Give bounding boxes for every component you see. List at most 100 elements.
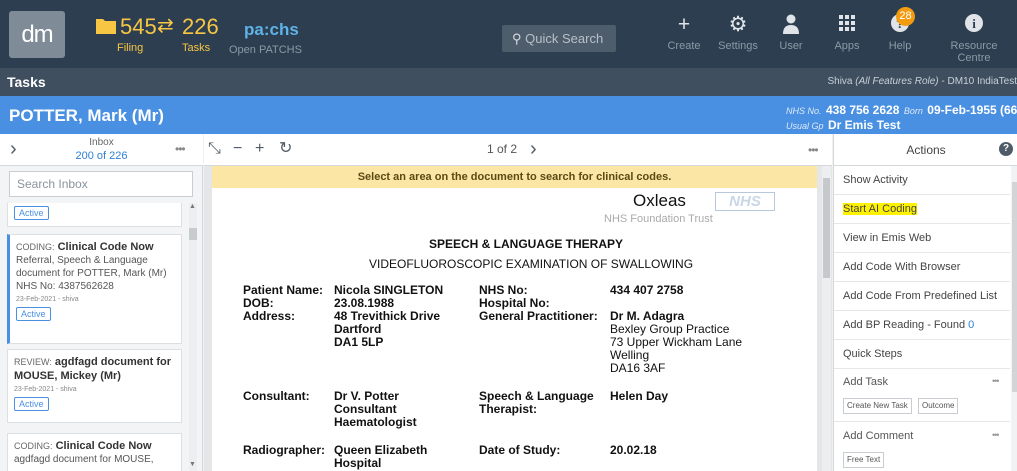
- consultant-line: Dr V. Potter: [334, 389, 399, 403]
- quick-search-input[interactable]: ⚲ Quick Search: [502, 25, 616, 52]
- radiographer-line: Queen Elizabeth: [334, 443, 428, 457]
- create-label: Create: [667, 40, 701, 52]
- rotate-icon[interactable]: ↻: [279, 140, 292, 158]
- grid-icon: [831, 14, 863, 40]
- inbox-header: › Inbox 200 of 226 •••: [0, 134, 203, 166]
- born-value: 09-Feb-1955 (66y): [927, 103, 1017, 117]
- list-item-description: agdfagd document for MOUSE,: [14, 454, 154, 465]
- tasks-header-bar: Tasks Shiva (All Features Role) - DM10 I…: [0, 68, 1017, 96]
- usual-gp-label: Usual Gp: [786, 121, 824, 131]
- view-in-emis-web-action[interactable]: View in Emis Web: [834, 224, 1010, 253]
- add-task-section: Add Task ••• Create New Task Outcome: [834, 369, 1010, 422]
- list-item[interactable]: CODING: Clinical Code Now agdfagd docume…: [7, 433, 182, 471]
- address-line: Dartford: [334, 322, 382, 336]
- show-activity-action[interactable]: Show Activity: [834, 166, 1010, 195]
- add-comment-section: Add Comment ••• Free Text: [834, 423, 1010, 471]
- inbox-list: Active CODING: Clinical Code Now Referra…: [7, 203, 189, 471]
- resource-centre-button[interactable]: i Resource Centre: [934, 14, 1014, 64]
- inbox-scrollbar[interactable]: [189, 203, 197, 471]
- clinical-code-banner: Select an area on the document to search…: [212, 166, 817, 188]
- zoom-in-icon[interactable]: +: [255, 140, 264, 158]
- help-label: Help: [888, 40, 912, 52]
- viewer-toolbar: ⤡ − + ↻ 1 of 2 › •••: [204, 134, 832, 166]
- inbox-panel: › Inbox 200 of 226 ••• Search Inbox Acti…: [0, 134, 203, 471]
- patient-banner: POTTER, Mark (Mr) NHS No. 438 756 2628 B…: [0, 96, 1017, 134]
- zoom-out-icon[interactable]: −: [233, 140, 242, 158]
- status-badge: Active: [16, 307, 51, 321]
- actions-scrollbar-thumb[interactable]: [1012, 182, 1017, 392]
- settings-button[interactable]: ⚙ Settings: [715, 14, 761, 53]
- more-options-icon[interactable]: •••: [175, 142, 186, 156]
- current-user-info[interactable]: Shiva (All Features Role) - DM10 IndiaTe…: [827, 76, 1017, 87]
- document-page[interactable]: Select an area on the document to search…: [212, 166, 817, 471]
- patient-usual-gp: Usual Gp Dr Emis Test: [786, 116, 900, 134]
- tasks-icon: ⇄: [157, 15, 174, 37]
- address-line: DA1 5LP: [334, 335, 384, 349]
- free-text-button[interactable]: Free Text: [843, 452, 885, 468]
- item-title: Clinical Code Now: [57, 241, 154, 253]
- document-heading: SPEECH & LANGUAGE THERAPY: [429, 237, 624, 251]
- list-item-meta: 23-Feb-2021 - shiva: [14, 386, 77, 393]
- slt-label: Speech & Language: [479, 389, 594, 403]
- more-options-icon[interactable]: •••: [992, 376, 1000, 386]
- tasks-count: 226: [182, 14, 219, 39]
- quick-steps-action[interactable]: Quick Steps: [834, 340, 1010, 369]
- quick-search-placeholder: Quick Search: [525, 31, 604, 46]
- user-role: (All Features Role): [855, 76, 939, 87]
- next-page-icon[interactable]: ›: [530, 138, 537, 161]
- user-label: User: [779, 40, 803, 52]
- more-options-icon[interactable]: •••: [992, 430, 1000, 440]
- add-code-with-browser-action[interactable]: Add Code With Browser: [834, 253, 1010, 282]
- tasks-title: Tasks: [7, 74, 46, 90]
- page-indicator: 1 of 2: [487, 142, 518, 156]
- scroll-up-icon[interactable]: ▲: [189, 203, 196, 210]
- org-name: Oxleas: [633, 191, 686, 210]
- list-item[interactable]: REVIEW: agdfagd document for MOUSE, Mick…: [7, 349, 182, 423]
- list-item[interactable]: CODING: Clinical Code Now Referral, Spee…: [7, 234, 182, 344]
- gp-line: 73 Upper Wickham Lane: [610, 335, 743, 349]
- hospital-no-label: Hospital No:: [479, 296, 550, 310]
- user-button[interactable]: User: [776, 14, 806, 52]
- search-inbox-input[interactable]: Search Inbox: [9, 171, 193, 197]
- slt-label: Therapist:: [479, 402, 538, 416]
- info-icon: i: [934, 14, 1014, 40]
- apps-button[interactable]: Apps: [831, 14, 863, 52]
- create-new-task-button[interactable]: Create New Task: [843, 398, 912, 414]
- gp-line: Dr M. Adagra: [610, 309, 685, 323]
- trust-name: NHS Foundation Trust: [604, 213, 713, 225]
- more-options-icon[interactable]: •••: [808, 143, 819, 157]
- list-item-meta: 23-Feb-2021 - shiva: [16, 296, 79, 303]
- app-logo[interactable]: dm: [9, 11, 65, 58]
- patchs-logo: pa:chs: [244, 20, 299, 39]
- resource-centre-label: Resource Centre: [950, 40, 998, 64]
- document-scrollbar-thumb[interactable]: [823, 178, 830, 278]
- outcome-button[interactable]: Outcome: [918, 398, 959, 414]
- consultant-label: Consultant:: [243, 389, 310, 403]
- consultant-line: Consultant: [334, 402, 397, 416]
- inbox-scrollbar-thumb[interactable]: [189, 228, 197, 240]
- list-item[interactable]: Active: [7, 203, 182, 227]
- start-ai-coding-action[interactable]: Start AI Coding: [834, 195, 1010, 224]
- dob-label: DOB:: [243, 296, 274, 310]
- help-notification-badge: 28: [896, 7, 915, 26]
- fullscreen-icon[interactable]: ⤡: [208, 140, 221, 158]
- filing-count: 545: [120, 14, 157, 39]
- create-button[interactable]: + Create: [664, 13, 704, 53]
- add-comment-label: Add Comment: [843, 430, 914, 442]
- actions-panel: Actions ? Show Activity Start AI Coding …: [833, 134, 1017, 471]
- nhs-no-label: NHS No.: [786, 106, 822, 116]
- item-kind: REVIEW:: [14, 357, 52, 367]
- consultant-line: Haematologist: [334, 415, 417, 429]
- inbox-title: Inbox: [89, 137, 114, 148]
- gp-label: General Practitioner:: [479, 309, 598, 323]
- help-icon[interactable]: ?: [999, 142, 1013, 156]
- address-line: 48 Trevithick Drive: [334, 309, 441, 323]
- scroll-down-icon[interactable]: ▼: [189, 461, 196, 468]
- add-bp-reading-action[interactable]: Add BP Reading - Found 0: [834, 311, 1010, 340]
- user-icon: [776, 14, 806, 40]
- address-label: Address:: [243, 309, 296, 323]
- gp-line: Bexley Group Practice: [610, 322, 730, 336]
- add-code-from-predefined-list-action[interactable]: Add Code From Predefined List: [834, 282, 1010, 311]
- patient-name[interactable]: POTTER, Mark (Mr): [9, 106, 164, 126]
- plus-icon: +: [677, 13, 691, 36]
